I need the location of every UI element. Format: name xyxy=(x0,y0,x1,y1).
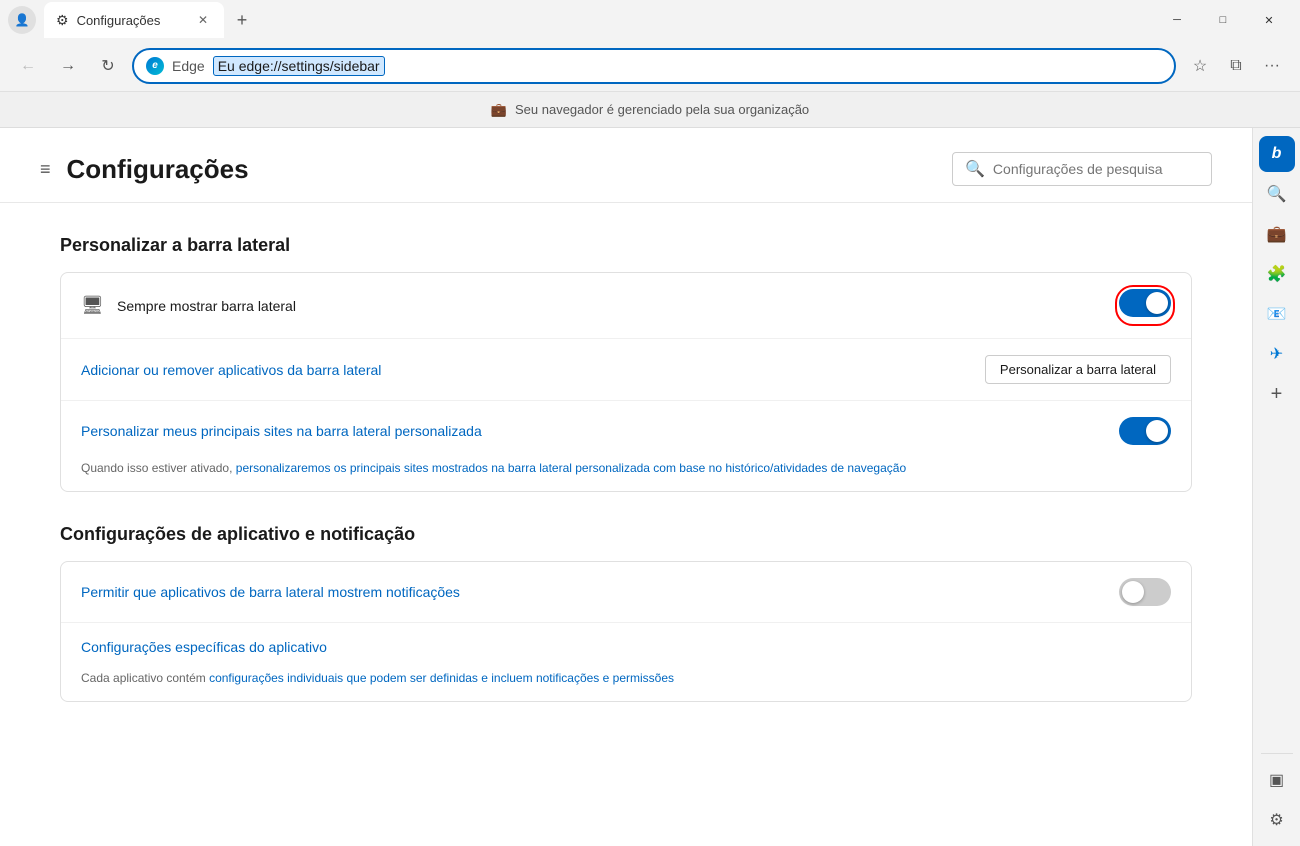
search-input[interactable] xyxy=(993,161,1199,177)
content-area: ≡ Configurações 🔍 Personalizar a barra l… xyxy=(0,128,1252,846)
settings-content: Personalizar a barra lateral 🖥 Sempre mo… xyxy=(0,203,1252,766)
address-url[interactable]: Eu edge://settings/sidebar xyxy=(213,56,385,76)
managed-text: Seu navegador é gerenciado pela sua orga… xyxy=(515,102,809,117)
personalize-sites-row: Personalizar meus principais sites na ba… xyxy=(61,401,1191,491)
search-icon: 🔍 xyxy=(965,159,985,179)
tab-area: ⚙ Configurações ✕ + xyxy=(44,0,1146,40)
personalize-sites-sublabel: Quando isso estiver ativado, personaliza… xyxy=(81,461,906,475)
search-sidebar-button[interactable]: 🔍 xyxy=(1259,176,1295,212)
more-button[interactable]: ··· xyxy=(1256,50,1288,82)
personalize-sites-label: Personalizar meus principais sites na ba… xyxy=(81,423,1107,439)
maximize-button[interactable]: □ xyxy=(1200,4,1246,36)
refresh-button[interactable]: ↻ xyxy=(92,50,124,82)
always-show-sidebar-row: 🖥 Sempre mostrar barra lateral xyxy=(61,273,1191,339)
add-remove-apps-label: Adicionar ou remover aplicativos da barr… xyxy=(81,362,973,378)
outlook-sidebar-button[interactable]: 📧 xyxy=(1259,296,1295,332)
app-specific-settings-row: Configurações específicas do aplicativo … xyxy=(61,623,1191,701)
sidebar-row-icon: 🖥 xyxy=(81,295,105,316)
sublabel-blue-2: configurações individuais que podem ser … xyxy=(209,671,674,685)
add-remove-apps-row: Adicionar ou remover aplicativos da barr… xyxy=(61,339,1191,401)
settings-header: ≡ Configurações 🔍 xyxy=(0,128,1252,203)
address-bar[interactable]: e Edge Eu edge://settings/sidebar xyxy=(132,48,1176,84)
sublabel-blue: personalizaremos os principais sites mos… xyxy=(236,461,906,475)
app-specific-settings-label: Configurações específicas do aplicativo xyxy=(81,639,327,655)
allow-notifications-toggle[interactable] xyxy=(1119,578,1171,606)
right-sidebar: b 🔍 💼 🧩 📧 ✈ + ▣ ⚙ xyxy=(1252,128,1300,846)
settings-tab-icon: ⚙ xyxy=(56,12,69,29)
send-sidebar-button[interactable]: ✈ xyxy=(1259,336,1295,372)
title-bar: 👤 ⚙ Configurações ✕ + ─ □ ✕ xyxy=(0,0,1300,40)
toggle-thumb-2 xyxy=(1146,420,1168,442)
always-show-sidebar-toggle[interactable] xyxy=(1119,289,1171,317)
always-show-sidebar-label: Sempre mostrar barra lateral xyxy=(117,298,1107,314)
always-show-sidebar-toggle-highlight xyxy=(1119,289,1171,322)
nav-actions: ☆ ⧉ ··· xyxy=(1184,50,1288,82)
search-box[interactable]: 🔍 xyxy=(952,152,1212,186)
sidebar-section-title: Personalizar a barra lateral xyxy=(60,235,1192,256)
app-notification-section-title: Configurações de aplicativo e notificaçã… xyxy=(60,524,1192,545)
allow-notifications-label: Permitir que aplicativos de barra latera… xyxy=(81,584,1107,600)
tab-close-button[interactable]: ✕ xyxy=(194,11,212,29)
extensions-sidebar-button[interactable]: 🧩 xyxy=(1259,256,1295,292)
close-button[interactable]: ✕ xyxy=(1246,4,1292,36)
sidebar-divider xyxy=(1261,753,1293,754)
minimize-button[interactable]: ─ xyxy=(1154,4,1200,36)
app-notification-settings-card: Permitir que aplicativos de barra latera… xyxy=(60,561,1192,702)
managed-icon: 💼 xyxy=(491,102,507,118)
sidebar-settings-card: 🖥 Sempre mostrar barra lateral Adicionar… xyxy=(60,272,1192,492)
tab-view-sidebar-button[interactable]: ▣ xyxy=(1259,762,1295,798)
settings-tab[interactable]: ⚙ Configurações ✕ xyxy=(44,2,224,38)
back-button[interactable]: ← xyxy=(12,50,44,82)
app-specific-settings-sublabel: Cada aplicativo contém configurações ind… xyxy=(81,671,674,685)
add-sidebar-button[interactable]: + xyxy=(1259,376,1295,412)
favorites-button[interactable]: ☆ xyxy=(1184,50,1216,82)
managed-banner: 💼 Seu navegador é gerenciado pela sua or… xyxy=(0,92,1300,128)
main-layout: ≡ Configurações 🔍 Personalizar a barra l… xyxy=(0,128,1300,846)
new-tab-button[interactable]: + xyxy=(228,6,256,34)
window-controls: ─ □ ✕ xyxy=(1154,4,1292,36)
collections-sidebar-button[interactable]: 💼 xyxy=(1259,216,1295,252)
menu-icon-button[interactable]: ≡ xyxy=(40,159,51,180)
personalize-sites-toggle[interactable] xyxy=(1119,417,1171,445)
customize-sidebar-button[interactable]: Personalizar a barra lateral xyxy=(985,355,1171,384)
sidebar-settings-button[interactable]: ⚙ xyxy=(1259,802,1295,838)
collections-button[interactable]: ⧉ xyxy=(1220,50,1252,82)
toggle-thumb xyxy=(1146,292,1168,314)
toggle-thumb-3 xyxy=(1122,581,1144,603)
allow-notifications-row: Permitir que aplicativos de barra latera… xyxy=(61,562,1191,623)
edge-logo-icon: e xyxy=(146,57,164,75)
bing-sidebar-button[interactable]: b xyxy=(1259,136,1295,172)
nav-bar: ← → ↻ e Edge Eu edge://settings/sidebar … xyxy=(0,40,1300,92)
page-title: Configurações xyxy=(67,154,936,185)
forward-button[interactable]: → xyxy=(52,50,84,82)
address-edge-label: Edge xyxy=(172,58,205,74)
avatar: 👤 xyxy=(8,6,36,34)
settings-tab-title: Configurações xyxy=(77,13,186,28)
